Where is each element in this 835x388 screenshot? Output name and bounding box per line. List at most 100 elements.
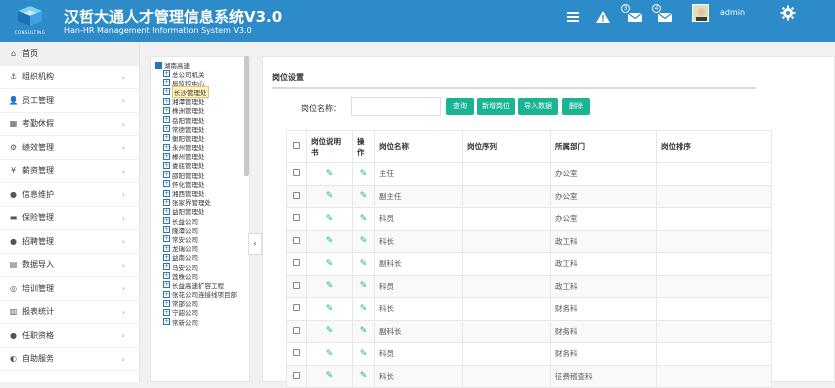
edit-pencil-icon[interactable]: ✎ xyxy=(360,371,368,381)
sidebar-item[interactable]: ⚓ 组织机构 › xyxy=(0,66,139,89)
sidebar-item[interactable]: ◎ 培训管理 › xyxy=(0,277,139,301)
table-row[interactable]: ✎ ✎ 副科长 财务科 xyxy=(286,319,772,343)
col-header-department[interactable]: 所属部门 xyxy=(550,130,657,163)
row-checkbox[interactable] xyxy=(293,236,300,244)
edit-pencil-icon[interactable]: ✎ xyxy=(360,169,368,179)
expand-icon[interactable]: + xyxy=(163,299,170,307)
edit-pencil-icon[interactable]: ✎ xyxy=(360,304,368,314)
sidebar-item[interactable]: ● 任职资格 › xyxy=(0,324,139,348)
col-header-actions[interactable]: 操作 xyxy=(352,130,375,163)
expand-icon[interactable]: + xyxy=(163,217,170,225)
edit-pencil-icon[interactable]: ✎ xyxy=(360,259,368,269)
expand-icon[interactable]: + xyxy=(163,116,170,124)
edit-pencil-icon[interactable]: ✎ xyxy=(326,191,334,201)
table-row[interactable]: ✎ ✎ 副主任 办公室 xyxy=(286,184,772,208)
expand-icon[interactable]: + xyxy=(163,290,170,298)
row-checkbox[interactable] xyxy=(293,349,300,357)
mail-icon[interactable] xyxy=(627,9,643,25)
table-row[interactable]: ✎ ✎ 主任 办公室 xyxy=(286,162,772,186)
collapse-panel-button[interactable]: ‹ xyxy=(248,233,262,255)
sidebar-item[interactable]: ● 信息维护 › xyxy=(0,183,139,207)
avatar[interactable] xyxy=(692,4,709,22)
expand-icon[interactable]: + xyxy=(163,272,170,280)
row-checkbox[interactable] xyxy=(293,214,300,222)
edit-pencil-icon[interactable]: ✎ xyxy=(326,371,334,381)
expand-icon[interactable]: + xyxy=(163,235,170,243)
sidebar-item[interactable]: ● 招聘管理 › xyxy=(0,230,139,254)
username[interactable]: admin xyxy=(720,8,745,17)
menu-icon[interactable] xyxy=(565,9,581,25)
delete-button[interactable]: 删除 xyxy=(562,98,590,115)
expand-icon[interactable]: + xyxy=(163,70,170,78)
sidebar-item[interactable]: ¥ 薪资管理 › xyxy=(0,160,139,183)
expand-icon[interactable]: + xyxy=(163,318,170,326)
table-row[interactable]: ✎ ✎ 科长 财务科 xyxy=(286,297,772,321)
query-button[interactable]: 查询 xyxy=(446,98,474,115)
expand-icon[interactable]: + xyxy=(163,226,170,234)
sidebar-item[interactable]: ◐ 自助服务 › xyxy=(0,348,139,371)
expand-icon[interactable]: + xyxy=(163,97,170,105)
edit-pencil-icon[interactable]: ✎ xyxy=(326,349,334,359)
expand-icon[interactable]: + xyxy=(163,152,170,160)
table-row[interactable]: ✎ ✎ 科员 政工科 xyxy=(286,274,772,298)
row-checkbox[interactable] xyxy=(293,371,300,379)
table-row[interactable]: ✎ ✎ 副科长 政工科 xyxy=(286,252,772,276)
import-data-button[interactable]: 导入数据 xyxy=(518,98,558,115)
gear-icon[interactable] xyxy=(780,5,796,21)
edit-pencil-icon[interactable]: ✎ xyxy=(360,214,368,224)
table-row[interactable]: ✎ ✎ 科长 征费稽查科 xyxy=(286,364,772,388)
expand-icon[interactable]: + xyxy=(163,189,170,197)
expand-icon[interactable]: + xyxy=(163,244,170,252)
row-checkbox[interactable] xyxy=(293,191,300,199)
expand-icon[interactable]: + xyxy=(163,180,170,188)
sidebar-item[interactable]: 👤 员工管理 › xyxy=(0,89,139,113)
expand-icon[interactable]: + xyxy=(163,171,170,179)
col-header-description[interactable]: 岗位说明书 xyxy=(306,130,353,163)
edit-pencil-icon[interactable]: ✎ xyxy=(360,191,368,201)
expand-icon[interactable]: + xyxy=(163,198,170,206)
table-row[interactable]: ✎ ✎ 科员 财务科 xyxy=(286,342,772,366)
expand-icon[interactable]: + xyxy=(163,263,170,271)
expand-icon[interactable]: + xyxy=(163,207,170,215)
edit-pencil-icon[interactable]: ✎ xyxy=(326,304,334,314)
row-checkbox[interactable] xyxy=(293,326,300,334)
expand-icon[interactable]: + xyxy=(163,308,170,316)
edit-pencil-icon[interactable]: ✎ xyxy=(360,349,368,359)
edit-pencil-icon[interactable]: ✎ xyxy=(360,236,368,246)
alert-icon[interactable] xyxy=(595,9,611,25)
edit-pencil-icon[interactable]: ✎ xyxy=(326,214,334,224)
expand-icon[interactable]: + xyxy=(163,161,170,169)
col-header-order[interactable]: 岗位排序 xyxy=(656,130,772,163)
expand-icon[interactable]: + xyxy=(163,125,170,133)
expand-icon[interactable]: + xyxy=(163,253,170,261)
edit-pencil-icon[interactable]: ✎ xyxy=(360,326,368,336)
col-header-name[interactable]: 岗位名称 xyxy=(374,130,463,163)
expand-icon[interactable]: + xyxy=(163,143,170,151)
sidebar-item[interactable]: ▦ 考勤休假 › xyxy=(0,113,139,136)
edit-pencil-icon[interactable]: ✎ xyxy=(326,326,334,336)
edit-pencil-icon[interactable]: ✎ xyxy=(326,281,334,291)
expand-icon[interactable]: + xyxy=(163,106,170,114)
table-row[interactable]: ✎ ✎ 科长 政工科 xyxy=(286,229,772,253)
logo[interactable]: CONSULTING xyxy=(8,4,52,38)
sidebar-item[interactable]: ▥ 报表统计 › xyxy=(0,301,139,324)
position-name-input[interactable] xyxy=(351,97,441,116)
select-all-checkbox[interactable] xyxy=(293,142,300,149)
row-checkbox[interactable] xyxy=(293,259,300,267)
sidebar-item[interactable]: ▤ 数据导入 › xyxy=(0,254,139,277)
add-position-button[interactable]: 新增岗位 xyxy=(477,98,515,115)
row-checkbox[interactable] xyxy=(293,169,300,177)
edit-pencil-icon[interactable]: ✎ xyxy=(360,281,368,291)
sidebar-item[interactable]: ▬ 保险管理 › xyxy=(0,207,139,230)
expand-icon[interactable]: + xyxy=(163,134,170,142)
row-checkbox[interactable] xyxy=(293,281,300,289)
tree-scrollbar[interactable] xyxy=(244,56,249,176)
tree-node[interactable]: + 常新公司 xyxy=(163,317,237,327)
table-row[interactable]: ✎ ✎ 科员 办公室 xyxy=(286,207,772,231)
edit-pencil-icon[interactable]: ✎ xyxy=(326,236,334,246)
expand-icon[interactable]: + xyxy=(163,88,170,96)
expand-icon[interactable]: + xyxy=(163,79,170,87)
sidebar-item[interactable]: ⌂ 首页 xyxy=(0,42,139,66)
col-header-sequence[interactable]: 岗位序列 xyxy=(462,130,551,163)
expand-icon[interactable]: + xyxy=(163,281,170,289)
